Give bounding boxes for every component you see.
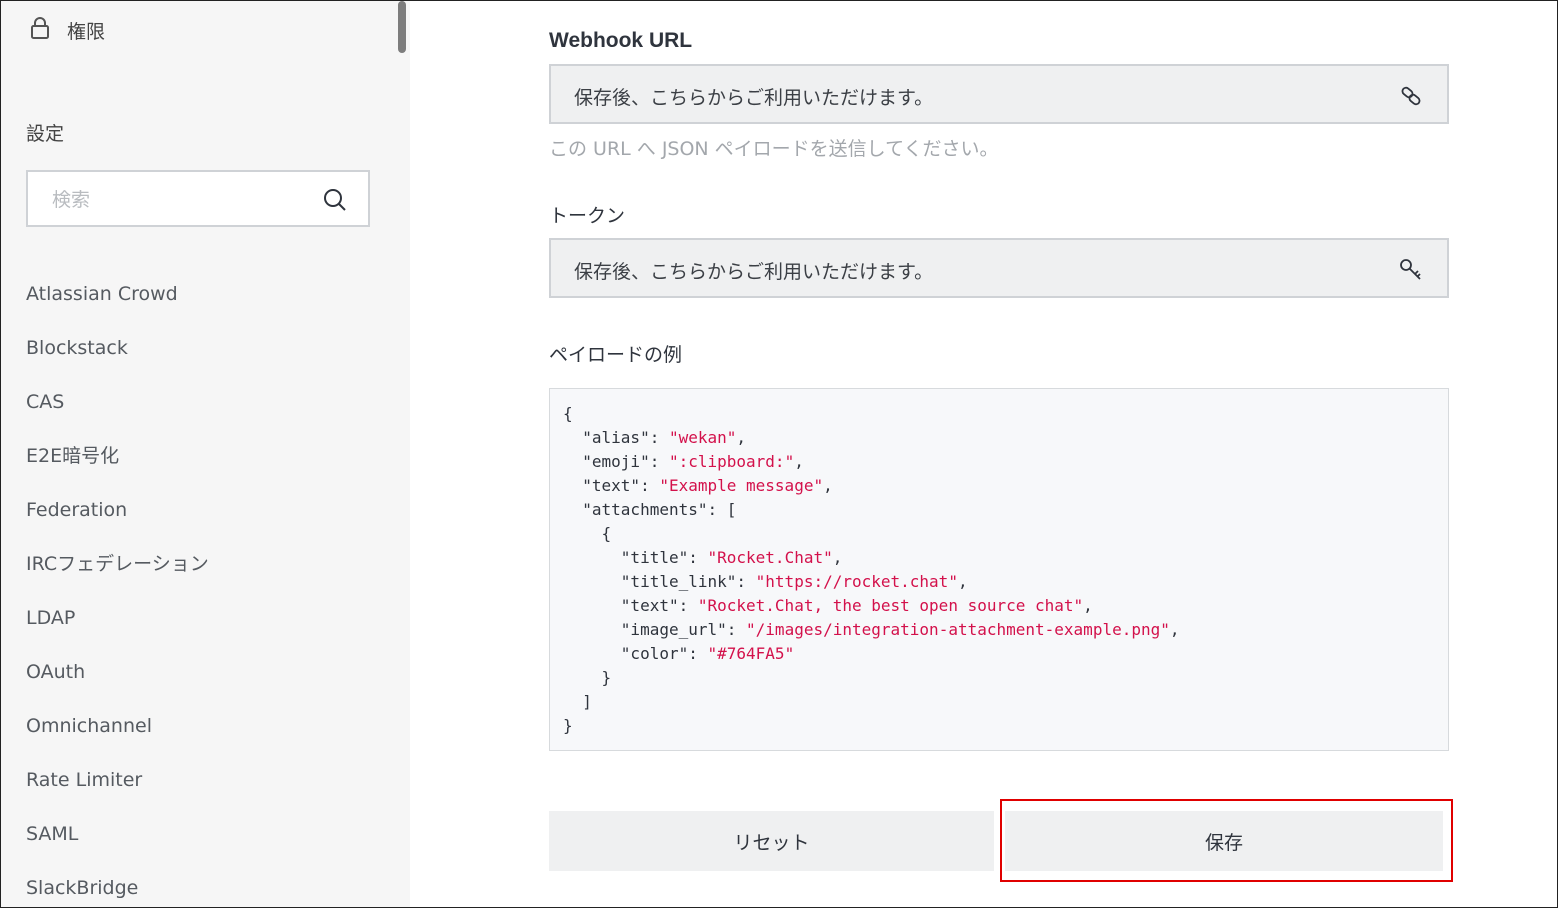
reset-button[interactable]: リセット [549,811,994,871]
code-line: } [563,714,1180,738]
code-token: , [736,428,747,447]
key-icon[interactable] [1399,258,1423,282]
sidebar-item-e2e-encryption[interactable]: E2E暗号化 [26,436,209,490]
code-token: , [957,572,968,591]
admin-sidebar: 権限 設定 Atlassian Crowd Blockstack CAS E2E… [1,1,410,907]
code-token: } [563,668,612,687]
lock-icon [29,16,51,44]
sidebar-item-atlassian-crowd[interactable]: Atlassian Crowd [26,274,209,328]
app-window: 権限 設定 Atlassian Crowd Blockstack CAS E2E… [0,0,1558,908]
code-token: , [794,452,804,471]
code-string: "Example message" [659,476,824,495]
code-string: "wekan" [668,428,737,447]
payload-example-code: { "alias": "wekan", "emoji": ":clipboard… [549,388,1449,751]
sidebar-item-oauth[interactable]: OAuth [26,652,209,706]
code-token: "color": [563,644,708,663]
code-string: "/images/integration-attachment-example.… [746,620,1170,639]
code-string: "Rocket.Chat, the best open source chat" [697,596,1084,615]
code-line: "color": "#764FA5" [563,642,1180,666]
code-line: "attachments": [ [563,498,1180,522]
code-line: { [563,522,1180,546]
code-line: ] [563,690,1180,714]
save-button-highlight [1000,799,1453,882]
code-string: "#764FA5" [707,644,795,663]
payload-code-block: { "alias": "wekan", "emoji": ":clipboard… [563,402,1180,738]
payload-example-label: ペイロードの例 [549,344,683,366]
code-line: "title_link": "https://rocket.chat", [563,570,1180,594]
code-token: "emoji": [563,452,669,471]
code-token: ] [563,692,592,711]
sidebar-item-saml[interactable]: SAML [26,814,209,868]
code-token: "alias": [563,428,669,447]
code-string: ":clipboard:" [668,452,795,471]
sidebar-item-federation[interactable]: Federation [26,490,209,544]
code-token: { [563,404,573,423]
sidebar-item-blockstack[interactable]: Blockstack [26,328,209,382]
link-icon[interactable] [1399,84,1423,108]
token-label: トークン [549,205,626,227]
webhook-url-field[interactable]: 保存後、こちらからご利用いただけます。 [549,64,1449,124]
code-token: "title": [563,548,708,567]
code-token: "title_link": [563,572,756,591]
settings-nav-list: Atlassian Crowd Blockstack CAS E2E暗号化 Fe… [26,274,209,907]
code-line: { [563,402,1180,426]
code-string: "https://rocket.chat" [755,572,958,591]
code-token: , [1083,596,1093,615]
code-line: "text": "Example message", [563,474,1180,498]
sidebar-item-label: 権限 [67,20,106,43]
sidebar-item-cas[interactable]: CAS [26,382,209,436]
code-token: , [823,476,833,495]
sidebar-item-irc-federation[interactable]: IRCフェデレーション [26,544,209,598]
code-token: "image_url": [563,620,747,639]
code-line: } [563,666,1180,690]
code-line: "emoji": ":clipboard:", [563,450,1180,474]
sidebar-item-permissions[interactable]: 権限 [29,16,105,44]
sidebar-item-rate-limiter[interactable]: Rate Limiter [26,760,209,814]
sidebar-item-omnichannel[interactable]: Omnichannel [26,706,209,760]
token-field[interactable]: 保存後、こちらからご利用いただけます。 [549,238,1449,298]
code-token: , [832,548,843,567]
webhook-url-value: 保存後、こちらからご利用いただけます。 [574,87,934,109]
code-token: } [563,716,573,735]
code-line: "text": "Rocket.Chat, the best open sour… [563,594,1180,618]
webhook-url-label: Webhook URL [549,29,693,52]
code-line: "alias": "wekan", [563,426,1180,450]
settings-search [26,170,370,227]
sidebar-scrollbar[interactable] [398,1,406,53]
sidebar-item-ldap[interactable]: LDAP [26,598,209,652]
search-icon[interactable] [323,188,347,212]
search-input[interactable] [50,184,314,216]
code-line: "title": "Rocket.Chat", [563,546,1180,570]
code-string: "Rocket.Chat" [707,548,833,567]
code-token: { [563,524,612,543]
token-value: 保存後、こちらからご利用いただけます。 [574,261,934,283]
code-token: "text": [563,596,698,615]
webhook-url-hint: この URL へ JSON ペイロードを送信してください。 [549,138,999,160]
code-token: "attachments": [ [563,500,737,519]
settings-section-title: 設定 [26,123,65,145]
code-line: "image_url": "/images/integration-attach… [563,618,1180,642]
code-token: , [1169,620,1180,639]
code-token: "text": [563,476,660,495]
sidebar-item-slackbridge[interactable]: SlackBridge [26,868,209,907]
